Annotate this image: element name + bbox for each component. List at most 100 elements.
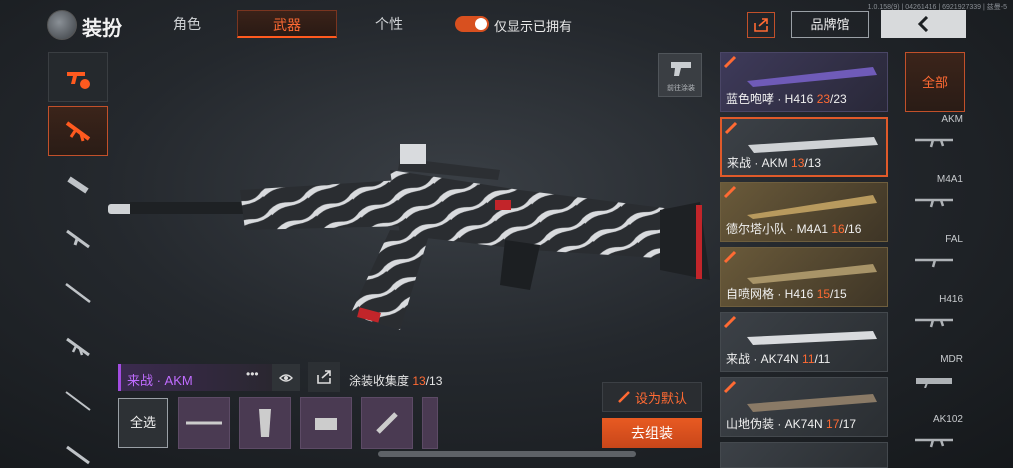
assemble-button[interactable]: 去组装	[602, 418, 702, 448]
skin-card-name: 来战 · AK74N	[726, 352, 803, 366]
collection-label: 涂装收集度	[349, 374, 410, 388]
weapon-preview-akm[interactable]	[100, 130, 720, 350]
select-all-button[interactable]: 全选	[118, 398, 168, 448]
skin-card-total: /11	[814, 352, 831, 366]
part-slot-more[interactable]	[422, 397, 438, 449]
weapon-type-list: 全部 AKM M4A1 FAL H416 MDR AK102	[905, 52, 967, 468]
type-name: M4A1	[936, 174, 963, 185]
skin-card-4[interactable]: 自喷网格 · H416 15/15	[720, 247, 888, 307]
receiver	[390, 170, 690, 260]
grip-part-icon	[259, 409, 271, 437]
type-item-mdr[interactable]: MDR	[905, 352, 965, 412]
skin-card-name: 自喷网格 · H416	[726, 287, 817, 301]
globe-logo-icon	[47, 10, 77, 40]
skin-card-3[interactable]: 德尔塔小队 · M4A1 16/16	[720, 182, 888, 242]
type-name: MDR	[940, 354, 963, 365]
skin-card-6[interactable]: 山地伪装 · AK74N 17/17	[720, 377, 888, 437]
bullpup-icon	[916, 378, 952, 388]
category-assault-rifle[interactable]	[48, 106, 108, 156]
set-default-button[interactable]: 设为默认	[602, 382, 702, 412]
skin-thumbnail	[747, 331, 877, 345]
type-item-h416[interactable]: H416	[905, 292, 965, 352]
skin-card-1[interactable]: 蓝色咆哮 · H416 23/23	[720, 52, 888, 112]
tab-weapon[interactable]: 武器	[237, 10, 337, 38]
owned-only-toggle[interactable]	[455, 16, 489, 32]
part-slot-barrel[interactable]	[178, 397, 230, 449]
skin-card-name: 来战 · AKM	[727, 156, 792, 170]
rifle-icon	[915, 198, 953, 208]
share-icon	[754, 18, 768, 32]
chevron-left-icon	[917, 16, 928, 32]
category-dmr[interactable]	[48, 376, 108, 426]
goto-coating-button[interactable]: 前往涂装	[658, 53, 702, 97]
rifle-badge-icon	[67, 72, 90, 89]
paint-brush-icon	[723, 55, 737, 69]
skin-card-label: 蓝色咆哮 · H416 23/23	[726, 90, 847, 107]
type-name: AKM	[941, 114, 963, 125]
skin-card-7[interactable]	[720, 442, 888, 468]
red-dot-sight	[400, 144, 426, 164]
owned-only-label: 仅显示已拥有	[494, 19, 573, 34]
category-weapon-skin[interactable]	[48, 52, 108, 102]
share-icon	[317, 370, 331, 384]
part-slot-grip[interactable]	[239, 397, 291, 449]
skin-card-total: /15	[830, 287, 847, 301]
preview-button[interactable]	[272, 364, 300, 391]
skin-list: 蓝色咆哮 · H416 23/23 来战 · AKM 13/13 德尔塔小队 ·…	[720, 52, 890, 468]
category-rifle-2[interactable]	[48, 430, 108, 468]
category-lmg[interactable]	[48, 322, 108, 372]
skin-logo	[495, 200, 511, 210]
skin-card-label: 德尔塔小队 · M4A1 16/16	[726, 220, 861, 237]
page-title: 装扮	[82, 18, 122, 40]
goto-coating-label: 前往涂装	[667, 85, 695, 92]
type-item-fal[interactable]: FAL	[905, 232, 965, 292]
back-button[interactable]	[881, 10, 966, 38]
skin-name: 来战 · AKM	[127, 373, 193, 388]
share-skin-button[interactable]	[308, 362, 340, 392]
type-item-ak102[interactable]: AK102	[905, 412, 965, 468]
handguard	[240, 180, 405, 230]
category-smg[interactable]	[48, 160, 108, 210]
brand-hall-button[interactable]: 品牌馆	[791, 11, 869, 38]
skin-card-current: 23	[816, 92, 831, 106]
tab-personality[interactable]: 个性	[339, 10, 439, 38]
skin-thumbnail	[747, 195, 877, 219]
skin-card-label: 来战 · AKM 13/13	[727, 154, 821, 171]
skin-card-name: 山地伪装 · AK74N	[726, 417, 827, 431]
skin-thumbnail	[747, 264, 877, 284]
smg-icon	[67, 176, 89, 194]
skin-card-5[interactable]: 来战 · AK74N 11/11	[720, 312, 888, 372]
rifle-icon	[915, 258, 953, 268]
share-button[interactable]	[747, 12, 775, 38]
part-slot-sight[interactable]	[300, 397, 352, 449]
category-shotgun[interactable]	[48, 214, 108, 264]
skin-card-name: 德尔塔小队 · M4A1	[726, 222, 832, 236]
type-item-m4a1[interactable]: M4A1	[905, 172, 965, 232]
skin-card-current: 16	[831, 222, 845, 236]
lmg-icon	[66, 337, 90, 357]
stock	[660, 202, 710, 280]
sight-part-icon	[315, 418, 337, 430]
tab-role[interactable]: 角色	[137, 10, 237, 38]
stock-pad	[696, 205, 702, 279]
sniper-icon	[65, 283, 91, 303]
skin-card-total: /17	[839, 417, 857, 431]
skin-card-2[interactable]: 来战 · AKM 13/13	[720, 117, 888, 177]
eye-icon	[279, 373, 293, 382]
skin-card-current: 17	[826, 417, 840, 431]
collection-current: 13	[412, 374, 426, 388]
pistol-grip	[500, 240, 540, 290]
part-slot-stock[interactable]	[361, 397, 413, 449]
skin-card-total: /23	[830, 92, 847, 106]
type-name: H416	[939, 294, 963, 305]
pistol-icon	[671, 62, 691, 76]
more-options-icon[interactable]: •••	[246, 367, 259, 381]
set-default-label: 设为默认	[634, 390, 687, 406]
stage: 1.0.158(9) | 04261416 | 6921927339 | 兹曼-…	[0, 0, 1013, 468]
rifle-icon	[66, 445, 90, 465]
type-item-akm[interactable]: AKM	[905, 112, 965, 172]
scrollbar[interactable]	[378, 451, 636, 457]
category-sniper[interactable]	[48, 268, 108, 318]
paint-brush-icon	[723, 185, 737, 199]
type-all-button[interactable]: 全部	[905, 52, 965, 112]
